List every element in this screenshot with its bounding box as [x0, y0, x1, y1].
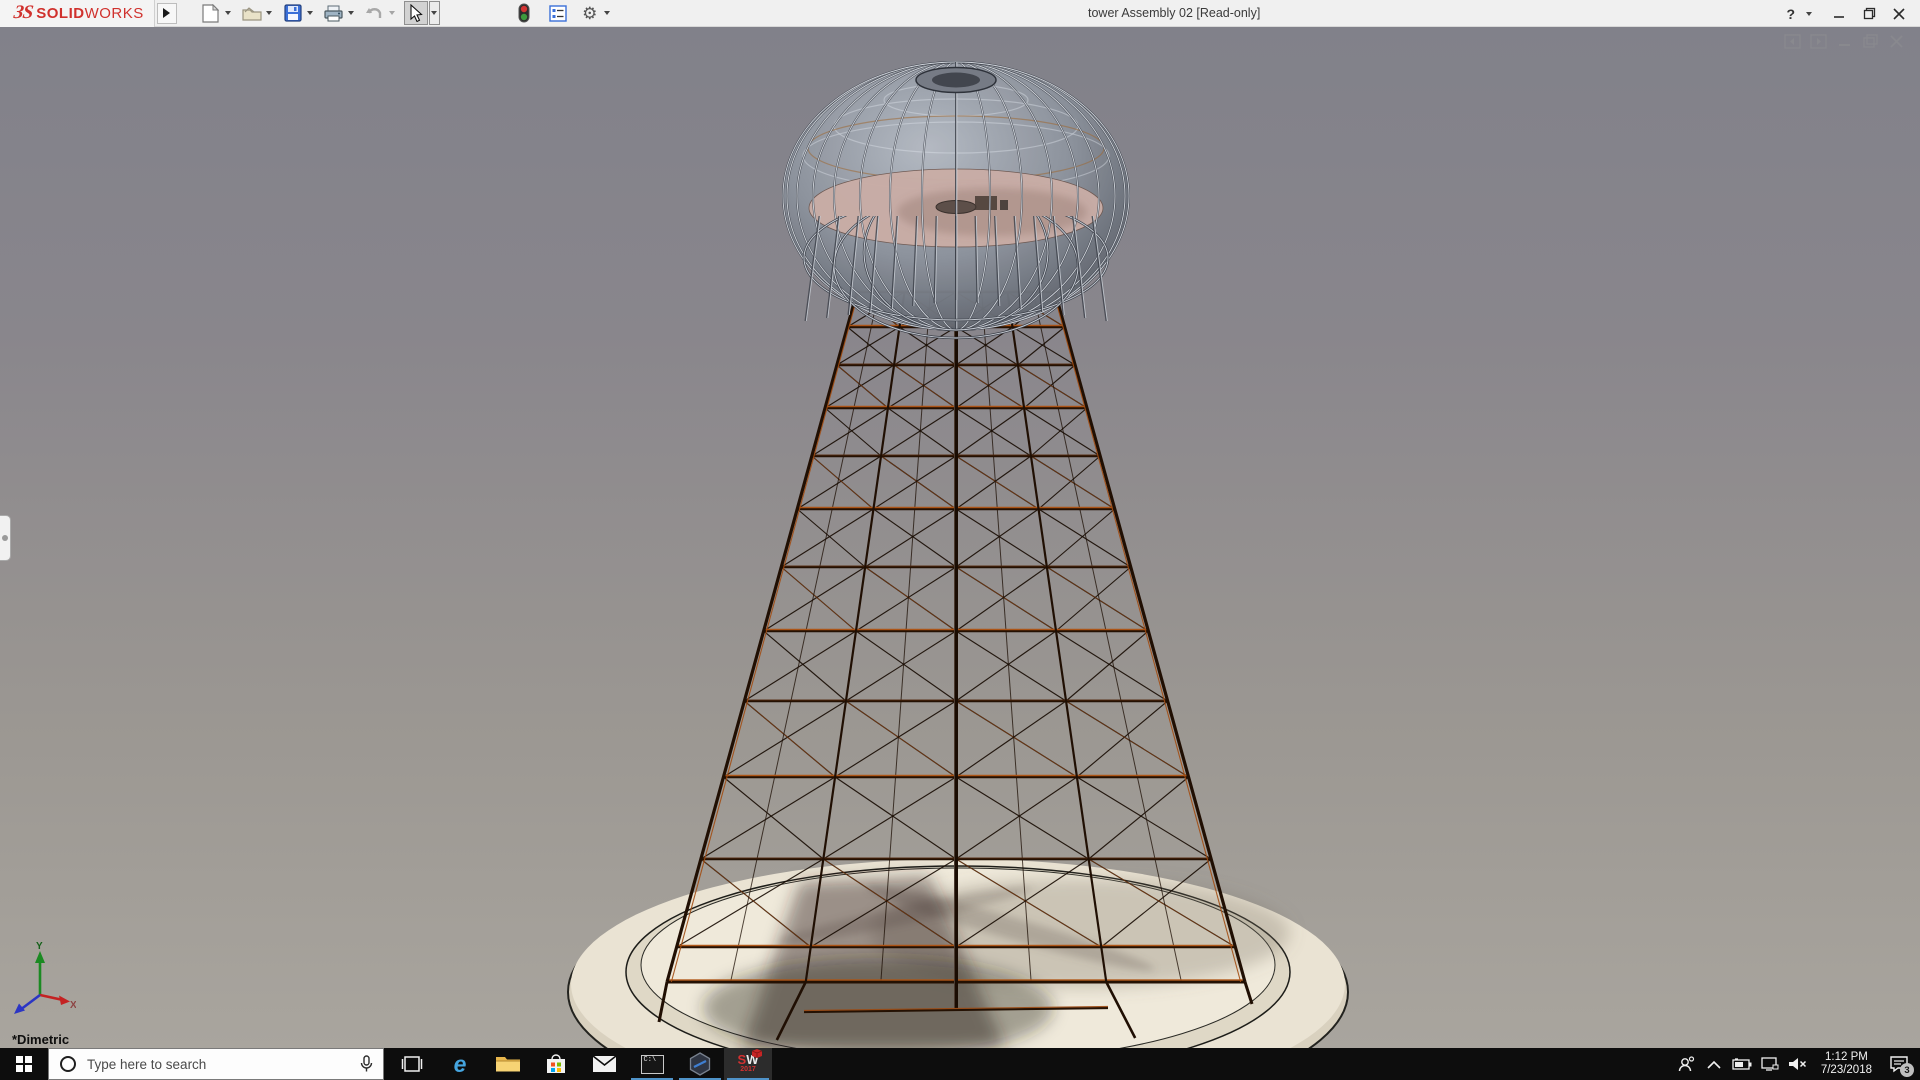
document-window-controls: [1783, 33, 1906, 50]
clock-date: 7/23/2018: [1820, 1064, 1872, 1076]
save-floppy-icon: [284, 4, 302, 22]
view-orientation-label: *Dimetric: [12, 1032, 70, 1047]
taskbar-app-command-prompt[interactable]: C:\: [628, 1048, 676, 1080]
close-icon: [1893, 7, 1905, 20]
logo-text-light: WORKS: [84, 4, 144, 22]
minimize-button[interactable]: [1828, 3, 1850, 25]
task-view-icon: [401, 1056, 423, 1072]
task-view-button[interactable]: [388, 1048, 436, 1080]
windows-logo-icon: [16, 1056, 32, 1072]
volume-muted-icon[interactable]: [1787, 1048, 1809, 1080]
show-right-pane-button[interactable]: [1809, 33, 1828, 50]
show-left-pane-button[interactable]: [1783, 33, 1802, 50]
new-document-icon: [202, 3, 220, 23]
cortana-icon: [60, 1056, 76, 1072]
new-document-dropdown[interactable]: [223, 1, 234, 25]
graphics-viewport[interactable]: Y X *Dimetric: [0, 27, 1920, 1048]
solidworks-logo: ЗS SOLID WORKS: [0, 0, 155, 27]
stoplight-icon: [518, 3, 530, 23]
panel-tab-grip-icon: [2, 535, 8, 541]
taskbar-app-solidworks[interactable]: SW 2017: [724, 1048, 772, 1080]
system-tray: 1:12 PM 7/23/2018 3: [1675, 1048, 1920, 1080]
search-input[interactable]: [85, 1055, 350, 1073]
doc-restore-button[interactable]: [1861, 33, 1880, 50]
expand-arrow-icon: [163, 8, 171, 18]
quick-access-toolbar: ⚙: [199, 0, 619, 27]
rebuild-stoplight-button[interactable]: [512, 1, 536, 25]
restore-button[interactable]: [1858, 3, 1880, 25]
help-button[interactable]: ?: [1786, 6, 1795, 22]
hidden-icons-chevron[interactable]: [1703, 1048, 1725, 1080]
sw-cube-icon: [752, 1049, 762, 1058]
taskbar-app-mail[interactable]: [580, 1048, 628, 1080]
tesla-tower-model[interactable]: [0, 27, 1920, 1048]
new-document-button[interactable]: [199, 1, 223, 25]
edge-icon: e: [453, 1050, 467, 1077]
print-button[interactable]: [322, 1, 346, 25]
component-settings-button[interactable]: [546, 1, 570, 25]
select-tool-button[interactable]: [403, 1, 428, 25]
restore-icon: [1863, 7, 1875, 20]
select-tool-dropdown[interactable]: [428, 1, 440, 25]
battery-icon[interactable]: [1731, 1048, 1753, 1080]
doc-close-button[interactable]: [1887, 33, 1906, 50]
undo-button[interactable]: [363, 1, 387, 25]
hexagon-app-icon: [689, 1052, 711, 1076]
microphone-icon[interactable]: [360, 1055, 373, 1073]
window-controls: ?: [1786, 0, 1910, 27]
taskbar-app-store[interactable]: [532, 1048, 580, 1080]
triad-y-label: Y: [36, 941, 43, 952]
file-explorer-icon: [496, 1057, 520, 1072]
taskbar-search[interactable]: [48, 1048, 384, 1080]
open-folder-icon: [242, 7, 262, 21]
close-button[interactable]: [1888, 3, 1910, 25]
taskbar-app-edge[interactable]: e: [436, 1048, 484, 1080]
title-bar: ЗS SOLID WORKS ⚙ tower Assembly 02 [Read…: [0, 0, 1920, 27]
window-title: tower Assembly 02 [Read-only]: [1088, 6, 1261, 20]
minimize-icon: [1834, 15, 1844, 18]
windows-taskbar: e C:: [0, 1048, 1920, 1080]
people-icon[interactable]: [1675, 1048, 1697, 1080]
store-icon: [547, 1054, 565, 1073]
feature-panel-tab[interactable]: [0, 515, 11, 561]
action-center-button[interactable]: 3: [1884, 1048, 1914, 1080]
save-button[interactable]: [281, 1, 305, 25]
orientation-triad: Y X: [14, 941, 76, 1014]
gear-icon: ⚙: [582, 3, 598, 23]
sw-letter-s: S: [737, 1052, 747, 1067]
taskbar-app-file-explorer[interactable]: [484, 1048, 532, 1080]
cursor-arrow-icon: [410, 4, 423, 22]
options-button[interactable]: ⚙: [578, 1, 602, 25]
help-dropdown[interactable]: [1803, 2, 1814, 26]
save-dropdown[interactable]: [305, 1, 316, 25]
open-dropdown[interactable]: [264, 1, 275, 25]
cmd-prompt-text: C:\: [643, 1055, 657, 1064]
open-button[interactable]: [240, 1, 264, 25]
list-properties-icon: [549, 4, 567, 22]
start-button[interactable]: [0, 1048, 48, 1080]
printer-icon: [324, 5, 343, 21]
mail-icon: [592, 1055, 616, 1072]
triad-x-label: X: [70, 1000, 76, 1011]
undo-arrow-icon: [366, 7, 382, 18]
doc-minimize-button[interactable]: [1835, 33, 1854, 50]
taskbar-app-3d-viewer[interactable]: [676, 1048, 724, 1080]
undo-dropdown[interactable]: [387, 1, 398, 25]
logo-text-bold: SOLID: [36, 4, 85, 22]
taskbar-apps: e C:\ SW 2017: [388, 1048, 772, 1080]
print-dropdown[interactable]: [346, 1, 357, 25]
solidworks-2017-icon: SW 2017: [735, 1049, 762, 1077]
notification-badge: 3: [1900, 1063, 1914, 1077]
taskbar-clock[interactable]: 1:12 PM 7/23/2018: [1815, 1051, 1878, 1077]
network-icon[interactable]: [1759, 1048, 1781, 1080]
ds-logo-mark: ЗS: [12, 2, 34, 23]
command-prompt-icon: C:\: [640, 1054, 664, 1074]
clock-time: 1:12 PM: [1825, 1051, 1868, 1063]
menu-expand-button[interactable]: [156, 2, 177, 24]
options-dropdown[interactable]: [602, 1, 613, 25]
